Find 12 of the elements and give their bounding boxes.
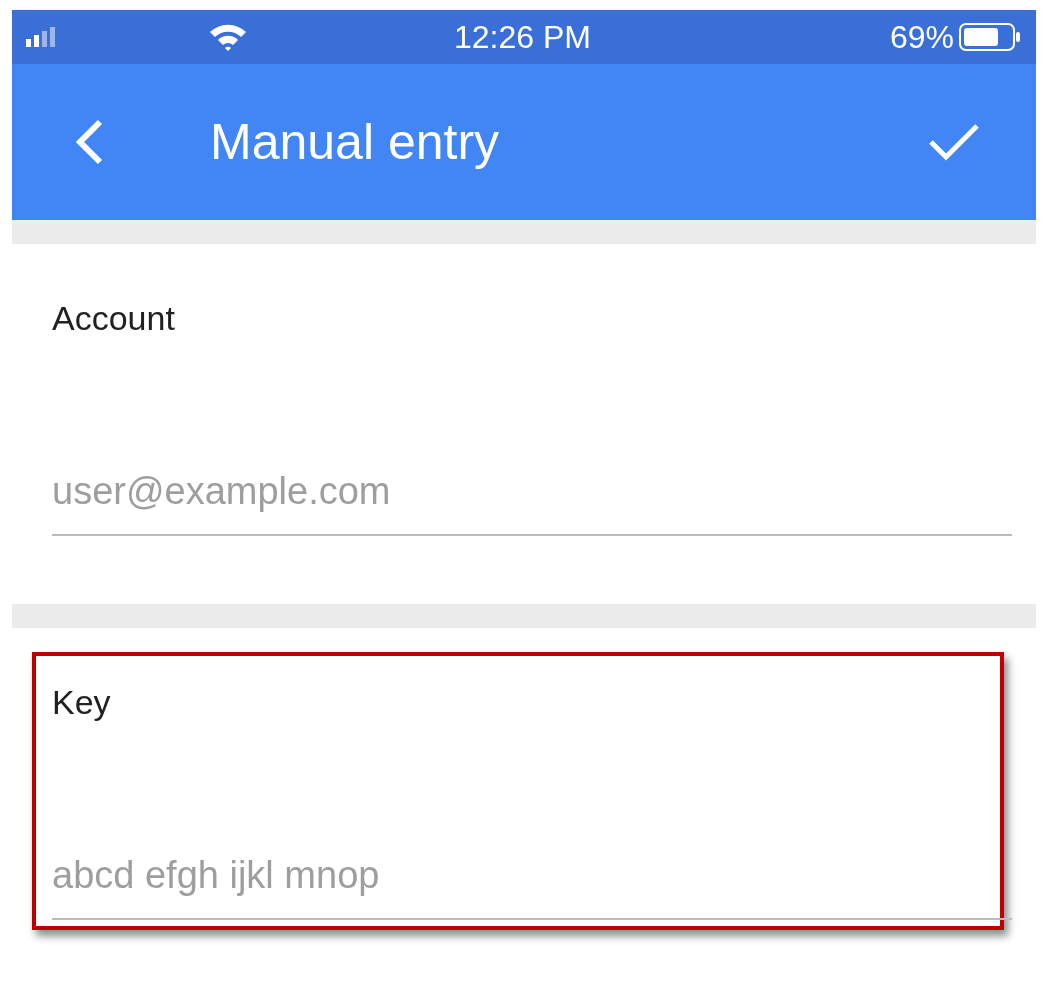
input-field[interactable]: abcd efgh ijkl mnop	[52, 850, 1012, 920]
field-label: Key	[52, 682, 112, 723]
battery-icon	[958, 22, 1022, 52]
check-icon	[928, 122, 980, 162]
screen-title: Manual entry	[210, 112, 500, 172]
wifi-icon	[208, 22, 248, 52]
back-icon	[74, 118, 104, 166]
signal-icon	[26, 27, 58, 47]
status-time: 12:26 PM	[454, 18, 591, 57]
field-label: Account	[52, 298, 176, 339]
battery-percent: 69%	[889, 18, 954, 57]
input-field[interactable]: user@example.com	[52, 466, 1012, 536]
